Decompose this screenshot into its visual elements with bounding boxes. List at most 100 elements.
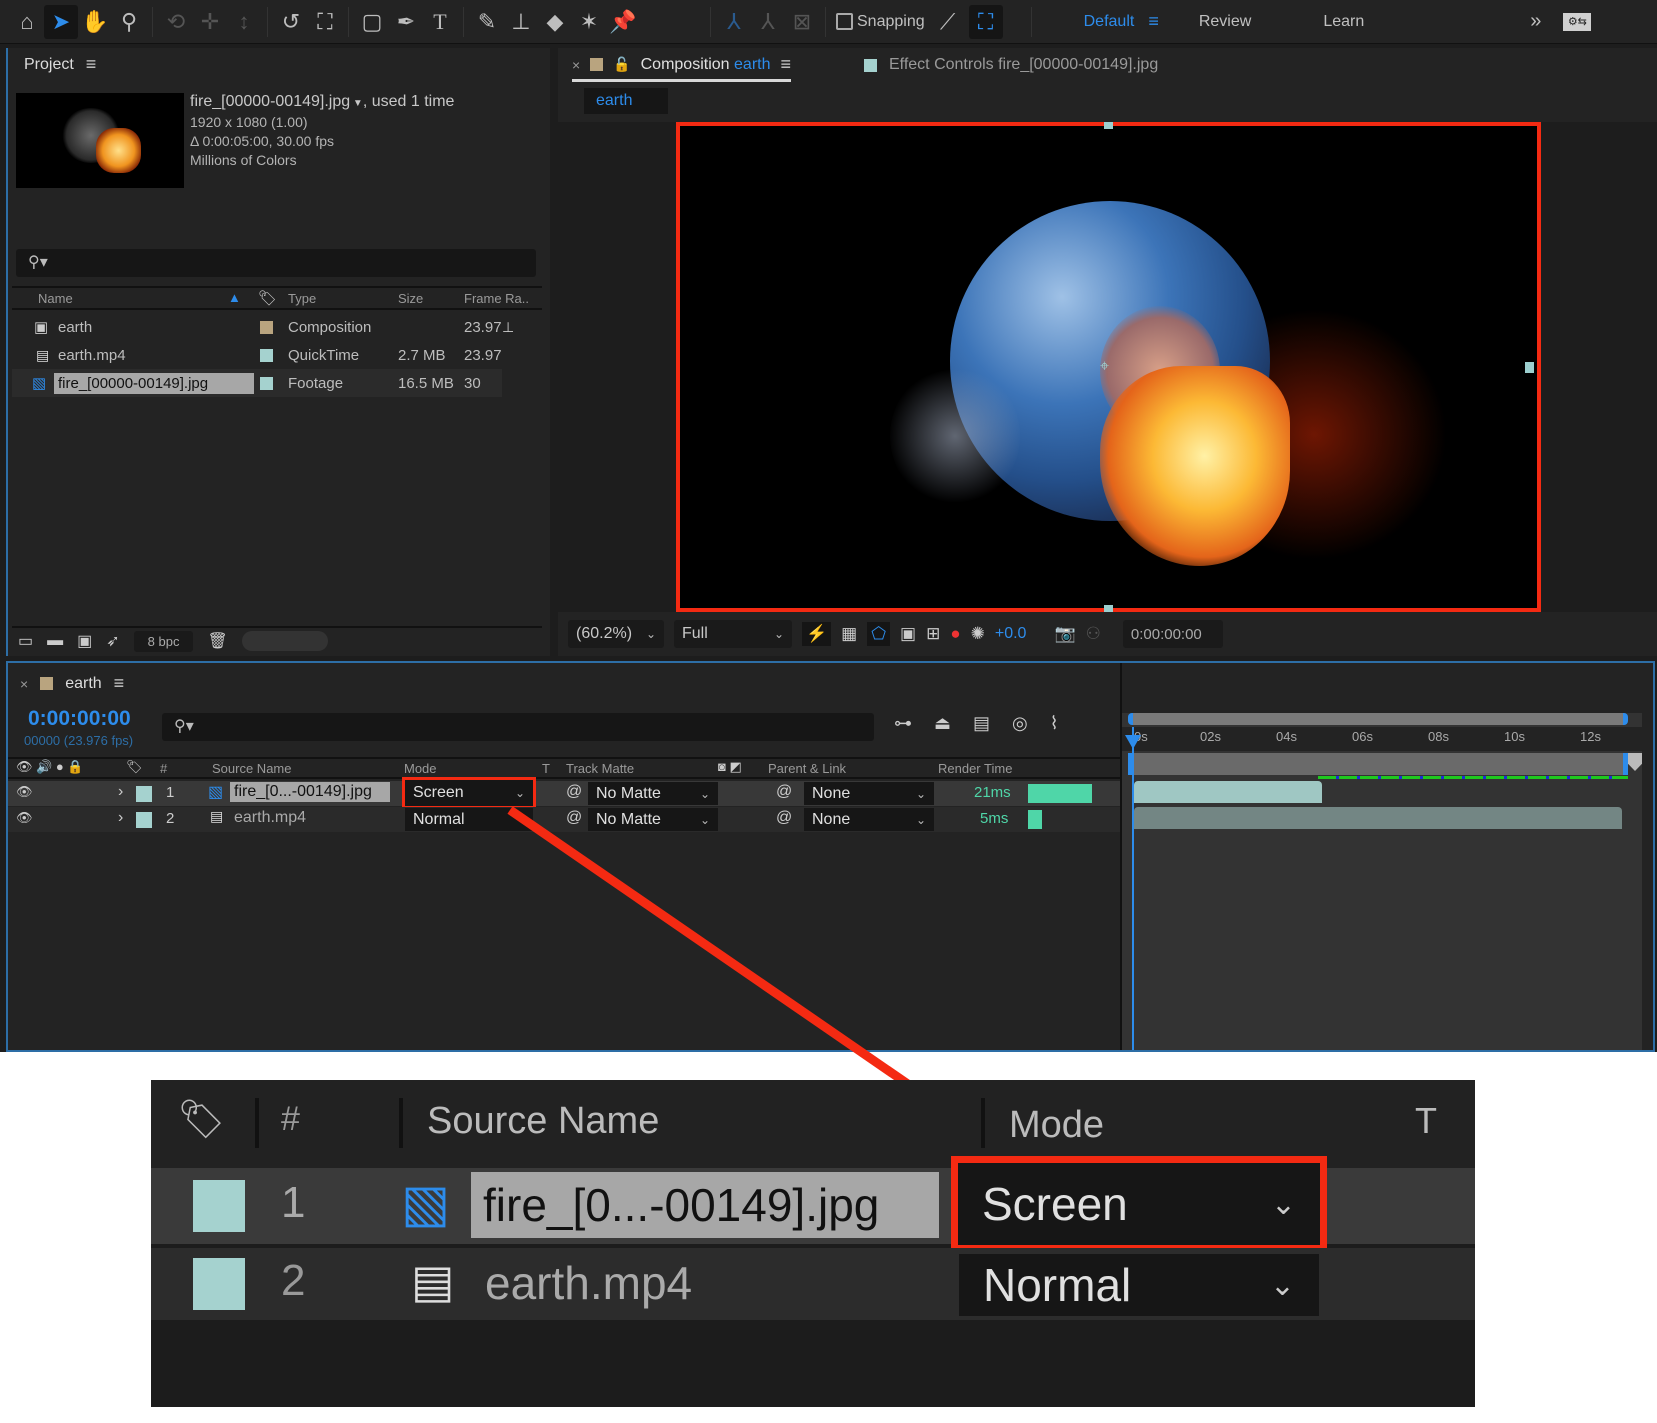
eraser-tool-icon[interactable]: ◆ (538, 5, 572, 39)
col-frame-rate[interactable]: Frame Ra.. (464, 291, 529, 306)
bit-depth-button[interactable]: 8 bpc (133, 630, 194, 652)
new-composition-icon[interactable]: ▣ (77, 631, 92, 651)
resolution-dropdown[interactable]: Full ⌄ (674, 620, 792, 648)
panel-menu-icon[interactable]: ≡ (114, 673, 125, 694)
workspace-default[interactable]: Default (1058, 13, 1149, 31)
comp-viewer[interactable]: ⌖ (558, 122, 1657, 612)
pick-whip-icon[interactable]: @ (776, 783, 792, 801)
expand-chevron-icon[interactable]: › (118, 783, 123, 801)
snap-edges-icon[interactable]: ⟋ (931, 5, 965, 39)
trash-icon[interactable]: 🗑 (207, 631, 227, 651)
preserve-transparency-icon[interactable]: @ (566, 809, 582, 827)
project-item[interactable]: ▣ earth Composition 23.97 ⊥ (12, 313, 514, 341)
parent-dropdown[interactable]: None ⌄ (804, 808, 934, 831)
magnification-dropdown[interactable]: (60.2%) ⌄ (568, 620, 664, 648)
time-graph[interactable]: 0s 02s 04s 06s 08s 10s 12s (1122, 713, 1642, 1050)
rectangle-tool-icon[interactable]: ▢ (355, 5, 389, 39)
workspace-review[interactable]: Review (1173, 13, 1277, 31)
panel-menu-icon[interactable]: ≡ (780, 54, 791, 75)
col-render-time[interactable]: Render Time (938, 761, 1012, 776)
comp-marker-bin-icon[interactable] (1628, 753, 1642, 771)
frame-blending-icon[interactable]: ▤ (973, 713, 990, 734)
layer-row[interactable]: 👁 › 2 ▤ earth.mp4 Normal @ No Matte ⌄ @ N… (8, 807, 1120, 832)
workspace-learn[interactable]: Learn (1277, 13, 1390, 31)
puppet-pin-tool-icon[interactable]: 📌 (606, 5, 640, 39)
view-axis-icon[interactable]: ⊠ (785, 5, 819, 39)
tab-composition[interactable]: × 🔓 Composition earth ≡ (572, 54, 791, 82)
project-item[interactable]: ▤ earth.mp4 QuickTime 2.7 MB 23.97 (12, 341, 502, 369)
label-color-swatch[interactable] (260, 320, 273, 334)
pick-whip-icon[interactable]: @ (776, 809, 792, 827)
clone-stamp-tool-icon[interactable]: ⊥ (504, 5, 538, 39)
color-channels-icon[interactable]: ● (950, 624, 960, 644)
graph-editor-icon[interactable]: ⌇ (1050, 713, 1059, 734)
eye-visibility-icon[interactable]: 👁 (16, 810, 33, 826)
snap-features-icon[interactable]: ⛶ (968, 4, 1003, 39)
layer-mode-dropdown[interactable]: Normal (405, 808, 533, 831)
project-item-selected[interactable]: ▧ fire_[00000-00149].jpg Footage 16.5 MB… (12, 369, 502, 397)
col-t[interactable]: T (542, 761, 550, 776)
eye-visibility-icon[interactable]: 👁 (16, 784, 33, 800)
region-of-interest-icon[interactable]: ▣ (900, 624, 916, 644)
tab-effect-controls[interactable]: Effect Controls fire_[00000-00149].jpg (864, 56, 1158, 74)
workspace-menu-icon[interactable]: ≡ (1148, 11, 1173, 32)
preserve-transparency-icon[interactable]: @ (566, 783, 582, 801)
pan-camera-icon[interactable]: ✛ (193, 5, 227, 39)
track-matte-dropdown[interactable]: No Matte ⌄ (588, 808, 718, 831)
label-tag-icon[interactable]: 🏷 (258, 289, 277, 307)
sync-settings-icon[interactable]: ⚙⇆ (1563, 12, 1592, 31)
close-tab-icon[interactable]: × (20, 676, 28, 692)
comp-breadcrumb[interactable]: earth (584, 88, 668, 114)
brush-tool-icon[interactable]: ✎ (470, 5, 504, 39)
comp-flowchart-icon[interactable]: ⊶ (894, 713, 912, 734)
label-color-swatch[interactable] (260, 348, 273, 362)
snapshot-camera-icon[interactable]: 📷 (1054, 624, 1075, 644)
show-snapshot-icon[interactable]: ⚇ (1086, 624, 1101, 644)
layer-handle[interactable] (1104, 605, 1113, 612)
col-track-matte[interactable]: Track Matte (566, 761, 634, 776)
adobe-media-encoder-icon[interactable]: ➶ (106, 631, 119, 651)
type-tool-icon[interactable]: T (423, 5, 457, 39)
layer-name[interactable]: fire_[0...-00149].jpg (230, 782, 390, 802)
usage-dropdown-icon[interactable]: ▼ (350, 98, 363, 109)
layer-name[interactable]: earth.mp4 (234, 809, 306, 827)
col-source-name[interactable]: Source Name (212, 761, 291, 776)
anchor-point-icon[interactable]: ⌖ (1100, 358, 1109, 376)
label-color-swatch[interactable] (260, 376, 273, 390)
tab-timeline-earth[interactable]: × earth ≡ (20, 673, 124, 694)
grid-guides-icon[interactable]: ⊞ (926, 624, 940, 644)
layer-bar[interactable] (1134, 781, 1322, 803)
orbit-camera-icon[interactable]: ⟲ (159, 5, 193, 39)
col-name[interactable]: Name (38, 291, 73, 306)
current-time[interactable]: 0:00:00:00 (28, 707, 131, 731)
layer-row[interactable]: 👁 › 1 ▧ fire_[0...-00149].jpg Screen ⌄ @ … (8, 777, 1120, 809)
time-ruler[interactable]: 0s 02s 04s 06s 08s 10s 12s (1122, 727, 1642, 751)
home-icon[interactable]: ⌂ (10, 5, 44, 39)
layer-handle[interactable] (1104, 122, 1113, 129)
selection-tool-icon[interactable]: ➤ (44, 4, 78, 39)
sort-ascending-icon[interactable]: ▲ (228, 290, 241, 305)
col-mode[interactable]: Mode (404, 761, 437, 776)
new-folder-icon[interactable]: ▬ (47, 632, 63, 650)
work-area-navigator[interactable] (1128, 713, 1628, 725)
current-time-display[interactable]: 0:00:00:00 (1122, 620, 1223, 648)
flowchart-icon[interactable]: ⊥ (502, 319, 514, 336)
label-color-swatch[interactable] (136, 786, 152, 802)
local-axis-icon[interactable]: ⅄ (717, 5, 751, 39)
label-tag-icon[interactable]: 🏷 (126, 759, 143, 775)
motion-blur-icon[interactable]: ◎ (1012, 713, 1028, 734)
layer-bar[interactable] (1134, 807, 1622, 829)
layer-mode-dropdown[interactable]: Screen ⌄ (402, 777, 536, 809)
workspace-overflow-icon[interactable]: » (1530, 10, 1541, 33)
world-axis-icon[interactable]: ⅄ (751, 5, 785, 39)
exposure-reset-icon[interactable]: ✺ (971, 624, 985, 644)
hand-tool-icon[interactable]: ✋ (78, 5, 112, 39)
lock-icon[interactable]: 🔓 (613, 56, 630, 73)
timeline-search-input[interactable]: ⚲▾ (162, 713, 874, 741)
col-parent-link[interactable]: Parent & Link (768, 761, 846, 776)
work-area-bar[interactable] (1128, 753, 1628, 775)
layer-handle[interactable] (1525, 362, 1534, 373)
track-matte-dropdown[interactable]: No Matte ⌄ (588, 782, 718, 805)
shy-layers-icon[interactable]: ⏏ (934, 713, 951, 734)
thumbnail-size-slider[interactable] (241, 631, 328, 651)
